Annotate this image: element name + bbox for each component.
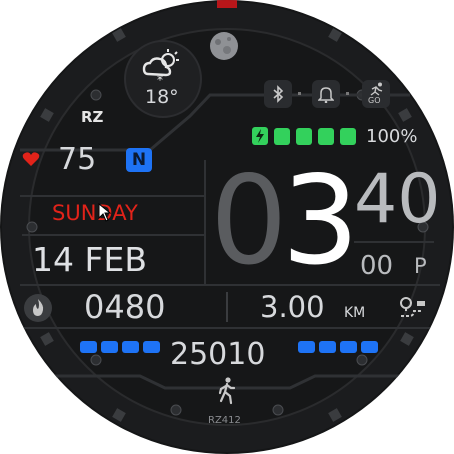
- route-map-icon[interactable]: [399, 296, 427, 322]
- bluetooth-icon: [273, 85, 284, 103]
- brand-logo: RZ: [81, 108, 104, 126]
- separator: [298, 92, 301, 95]
- flame-icon: [33, 299, 44, 316]
- battery-segment: [296, 128, 312, 145]
- steps-progress-segment: [298, 341, 315, 353]
- date: 14 FEB: [32, 240, 147, 279]
- bell-icon: [318, 87, 334, 103]
- seconds-value: 00: [360, 251, 394, 281]
- cloud-snow-sun-icon: *: [142, 49, 179, 86]
- battery-percent: 100%: [366, 126, 418, 147]
- day-of-week: SUNDAY: [52, 201, 138, 225]
- activity-label: GO: [368, 96, 381, 105]
- heart-rate-value: 75: [58, 142, 97, 177]
- divider: [22, 234, 204, 236]
- mode-badge-label: N: [131, 150, 147, 170]
- bluetooth-button[interactable]: [264, 80, 292, 108]
- battery-segment: [274, 128, 290, 145]
- steps-progress-segment: [361, 341, 378, 353]
- running-go-icon: [370, 82, 383, 96]
- steps-progress-segment: [319, 341, 336, 353]
- model-label: RZ412: [208, 415, 241, 426]
- moon-phase-icon: [210, 32, 238, 60]
- steps-progress-segment: [122, 341, 139, 353]
- steps-progress-segment: [80, 341, 97, 353]
- ampm-indicator: P: [414, 254, 427, 278]
- steps-progress-segment: [143, 341, 160, 353]
- hour-highlight: [264, 160, 354, 278]
- charging-icon: [252, 127, 268, 145]
- activity-button[interactable]: GO: [362, 80, 390, 108]
- separator: [346, 92, 349, 95]
- steps-value: 25010: [170, 337, 266, 372]
- calories-value: 0480: [84, 288, 166, 326]
- watch-face: * 18° RZ GO 75 N 100% SUNDAY 14 FEB 03 4…: [0, 0, 454, 454]
- distance-value: 3.00: [260, 290, 325, 324]
- distance-unit: KM: [344, 305, 366, 321]
- battery-segment: [340, 128, 356, 145]
- walking-icon: [218, 377, 236, 405]
- temperature: 18°: [145, 86, 179, 108]
- mode-badge[interactable]: N: [126, 148, 152, 172]
- svg-text:*: *: [157, 73, 163, 86]
- steps-progress-segment: [101, 341, 118, 353]
- heart-icon: [22, 152, 40, 166]
- weather-widget[interactable]: * 18°: [124, 40, 202, 118]
- mouse-cursor-icon: [98, 203, 112, 222]
- divider: [354, 241, 434, 243]
- battery-segment: [318, 128, 334, 145]
- calories-button[interactable]: [24, 294, 52, 322]
- steps-progress-segment: [340, 341, 357, 353]
- alarm-button[interactable]: [312, 80, 340, 108]
- minute-value: 40: [354, 160, 441, 239]
